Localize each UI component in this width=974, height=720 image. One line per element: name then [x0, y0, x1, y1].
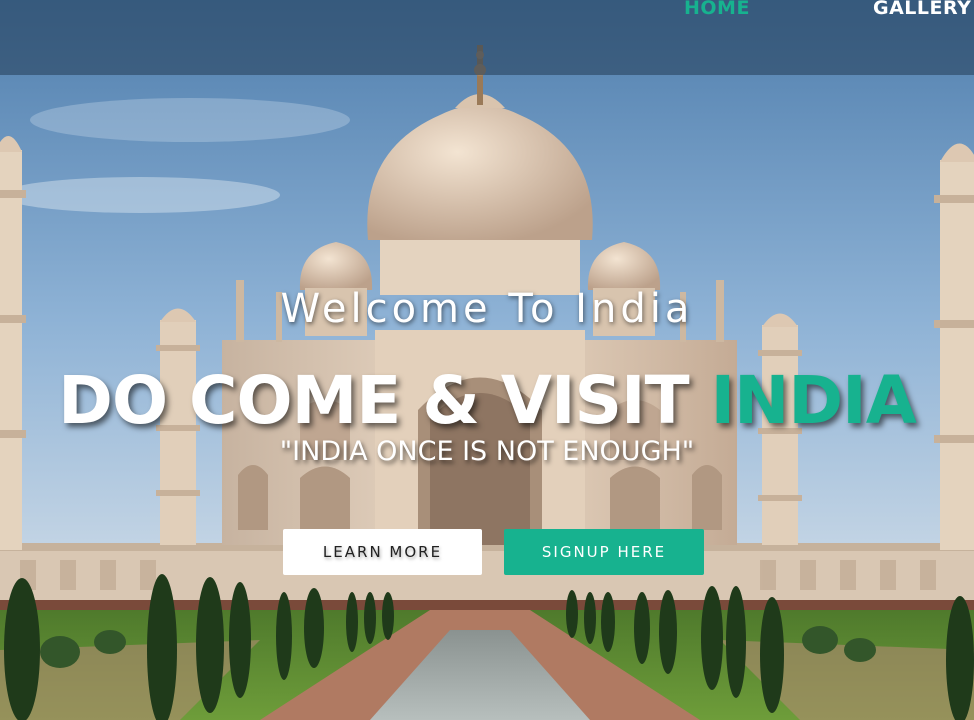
headline-accent-text: INDIA	[710, 362, 917, 439]
hero-section: Welcome To India DO COME & VISIT INDIA "…	[0, 0, 974, 720]
welcome-heading: Welcome To India	[280, 286, 694, 332]
learn-more-button[interactable]: LEARN MORE	[283, 529, 482, 575]
hero-headline: DO COME & VISIT INDIA	[0, 362, 974, 439]
hero-tagline: "INDIA ONCE IS NOT ENOUGH"	[279, 436, 695, 467]
headline-main-text: DO COME & VISIT	[58, 362, 711, 439]
signup-button[interactable]: SIGNUP HERE	[504, 529, 704, 575]
